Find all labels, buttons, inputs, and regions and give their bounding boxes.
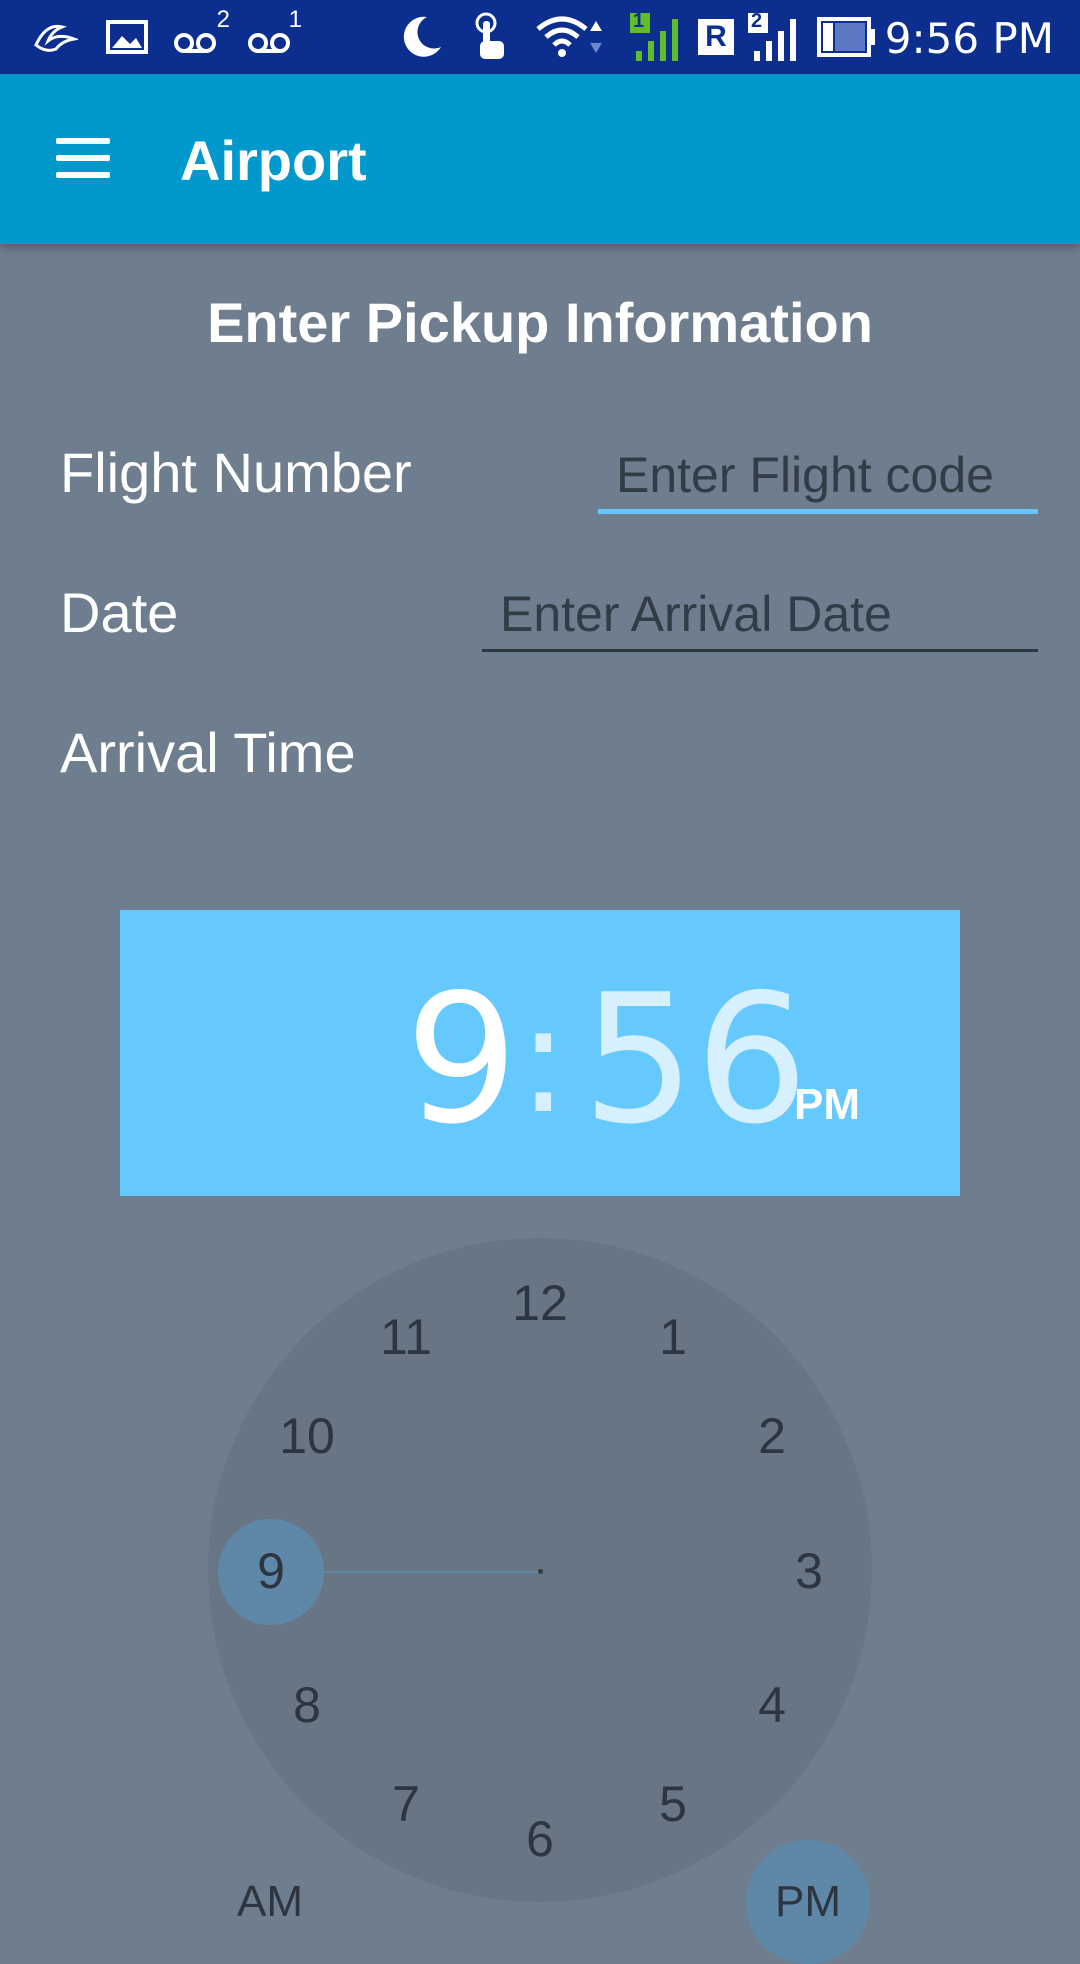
clock-hand (323, 1571, 541, 1573)
clock-hour-4[interactable]: 4 (737, 1670, 807, 1740)
selected-period[interactable]: PM (794, 1080, 860, 1130)
signal-icon: 1 (626, 10, 690, 62)
date-label: Date (60, 581, 179, 644)
arrival-date-input[interactable] (482, 578, 1038, 652)
selected-minute[interactable]: 56 (582, 960, 809, 1160)
clock-hour-8[interactable]: 8 (272, 1670, 342, 1740)
moon-icon (396, 12, 446, 62)
clock-hour-3[interactable]: 3 (774, 1536, 844, 1606)
voicemail-icon: 1 (244, 6, 304, 62)
image-icon (104, 12, 150, 62)
bird-icon (30, 12, 80, 62)
signal-icon: 2 (744, 10, 804, 62)
roaming-icon: R (696, 12, 736, 62)
clock-hour-11[interactable]: 11 (371, 1302, 441, 1372)
voicemail-count: 1 (288, 6, 302, 33)
touch-icon (468, 12, 512, 62)
voicemail-count: 2 (216, 6, 230, 33)
clock-hour-10[interactable]: 10 (272, 1401, 342, 1471)
battery-icon (816, 12, 878, 62)
form-title: Enter Pickup Information (207, 291, 873, 354)
clock-hour-2[interactable]: 2 (737, 1401, 807, 1471)
arrival-time-label: Arrival Time (60, 721, 356, 784)
clock-hour-12[interactable]: 12 (505, 1268, 575, 1338)
clock-hour-1[interactable]: 1 (638, 1302, 708, 1372)
status-bar: 2 1 1 R 2 9:56 PM (0, 0, 1080, 74)
clock-center (538, 1569, 543, 1574)
time-separator: : (518, 973, 569, 1147)
flight-code-input[interactable] (598, 440, 1038, 514)
roaming-label: R (698, 19, 734, 55)
app-title: Airport (180, 129, 367, 192)
selected-hour[interactable]: 9 (405, 960, 518, 1160)
voicemail-icon: 2 (170, 6, 230, 62)
pm-button[interactable]: PM (746, 1840, 870, 1964)
am-button[interactable]: AM (208, 1840, 332, 1964)
app-bar: Airport (0, 74, 1080, 244)
flight-number-label: Flight Number (60, 441, 412, 504)
clock-hour-5[interactable]: 5 (638, 1769, 708, 1839)
wifi-icon (532, 12, 612, 62)
hamburger-menu-icon[interactable] (50, 134, 116, 182)
sim1-label: 1 (633, 10, 645, 32)
clock-hour-6[interactable]: 6 (505, 1804, 575, 1874)
sim2-label: 2 (751, 10, 763, 32)
clock-hour-9[interactable]: 9 (236, 1536, 306, 1606)
status-time: 9:56 PM (884, 14, 1054, 63)
clock-hour-7[interactable]: 7 (371, 1769, 441, 1839)
